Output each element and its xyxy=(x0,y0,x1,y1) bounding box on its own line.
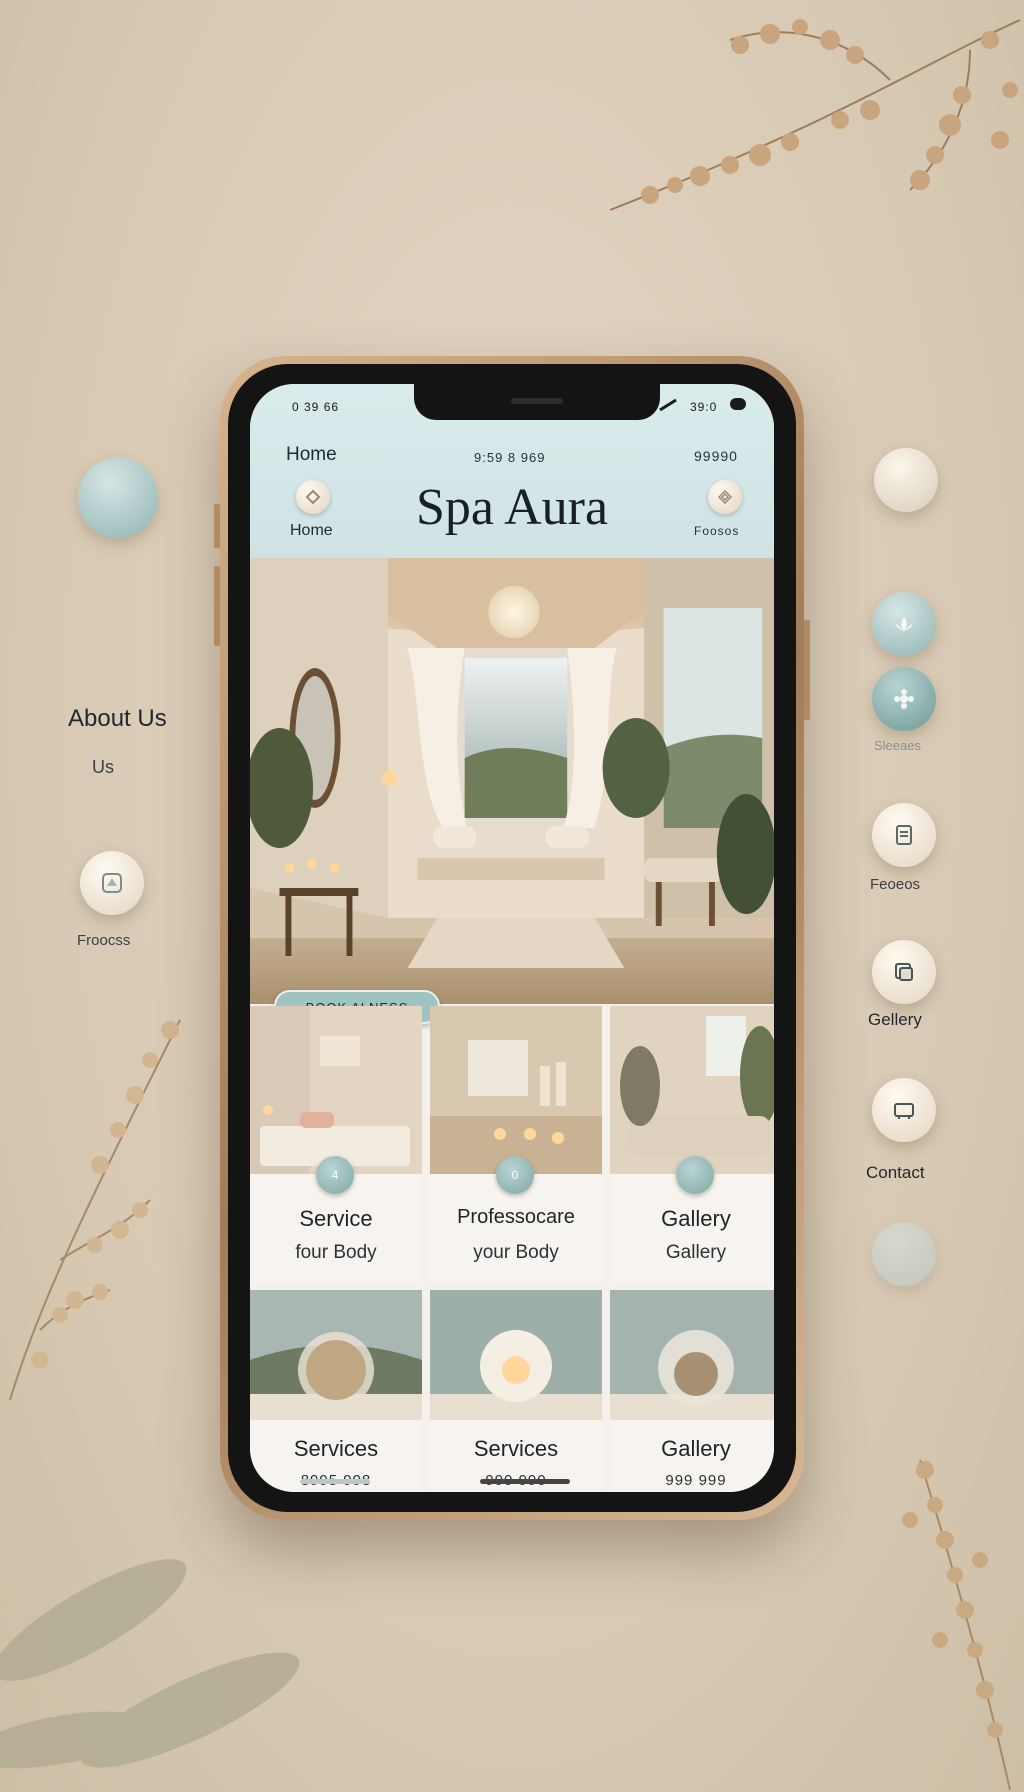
phone-bezel: 0 39 66 39:0 Home 9:59 8 969 99990 Home … xyxy=(228,364,796,1512)
left-services-button[interactable] xyxy=(80,851,144,915)
focus-button-label: Foosos xyxy=(694,524,740,538)
card-title-4: Services xyxy=(293,1436,379,1461)
dried-flower-sprig-top-right xyxy=(609,19,1021,211)
card-title-3: Gallery xyxy=(661,1206,731,1231)
phone-power-button xyxy=(804,620,810,720)
card-photo-lounge xyxy=(610,1006,774,1174)
left-orb xyxy=(78,458,158,538)
phone-volume-button-2 xyxy=(214,566,220,646)
card-photo-candles xyxy=(430,1006,602,1174)
phone-volume-button xyxy=(214,504,220,548)
services-card-2b[interactable]: Services 990 990 xyxy=(430,1290,602,1492)
nav-right-info: 99990 xyxy=(694,448,738,464)
left-dot-marker xyxy=(108,617,120,629)
home-indicator[interactable] xyxy=(480,1479,570,1484)
dried-flower-sprig-bottom-right xyxy=(902,1459,1011,1791)
right-menu-contact-link[interactable]: Contact xyxy=(866,1163,925,1183)
dried-flower-sprig-left xyxy=(9,1019,181,1401)
knot-icon-right xyxy=(717,489,733,505)
status-time: 0 39 66 xyxy=(292,400,340,414)
contact-icon xyxy=(894,1103,914,1119)
lotus-icon xyxy=(895,617,913,631)
right-menu-gallery-link[interactable]: Gellery xyxy=(868,1010,922,1030)
card-title-6: Gallery xyxy=(661,1436,731,1461)
speaker xyxy=(511,398,563,404)
right-menu-label-2: Feoeos xyxy=(870,876,921,893)
hero-spa-room-image xyxy=(250,558,774,1004)
scroll-indicator xyxy=(300,1479,370,1484)
signal-icon xyxy=(659,398,677,412)
right-menu-orb-4[interactable] xyxy=(872,940,936,1004)
card-badge-3 xyxy=(676,1156,714,1194)
right-menu-orb-2[interactable] xyxy=(872,667,936,731)
focus-button[interactable] xyxy=(708,480,742,514)
card-photo-bedroom xyxy=(250,1006,422,1174)
nav-center-info: 9:59 8 969 xyxy=(474,450,546,465)
flower-icon xyxy=(894,689,914,709)
status-right: 39:0 xyxy=(690,400,718,414)
right-menu-orb-6 xyxy=(872,1222,936,1286)
card-subtitle-3: Gallery xyxy=(665,1242,727,1263)
card-badge-2: 0 xyxy=(496,1156,534,1194)
card-price-6: 999 999 xyxy=(665,1472,727,1489)
nav-home-link[interactable]: Home xyxy=(286,444,337,466)
right-menu-orb-3[interactable] xyxy=(872,803,936,867)
card-photo-orb-1 xyxy=(250,1290,422,1420)
services-icon xyxy=(102,873,122,893)
phone-screen: 0 39 66 39:0 Home 9:59 8 969 99990 Home … xyxy=(250,384,774,1492)
leaf-sprig-bottom-left xyxy=(0,1559,300,1769)
service-card-2[interactable]: 0 Professocare your Body xyxy=(430,1006,602,1282)
right-menu-orb-1[interactable] xyxy=(872,592,936,656)
about-us-link[interactable]: About Us xyxy=(68,705,167,733)
notch xyxy=(414,384,660,420)
right-menu-orb-5[interactable] xyxy=(872,1078,936,1142)
card-subtitle-1: four Body xyxy=(295,1242,377,1263)
gallery-icon xyxy=(895,963,913,981)
card-photo-orb-3 xyxy=(610,1290,774,1420)
battery-icon xyxy=(730,398,746,410)
gallery-card-2[interactable]: Gallery 999 999 xyxy=(610,1290,774,1492)
left-services-label: Froocss xyxy=(77,932,131,949)
about-us-sub-label: Us xyxy=(92,757,114,777)
card-title-5: Services xyxy=(473,1436,559,1461)
card-title-2: Professocare xyxy=(457,1206,575,1228)
right-top-orb xyxy=(874,448,938,512)
document-icon xyxy=(896,825,912,845)
services-card-2a[interactable]: Services 8995 998 xyxy=(250,1290,422,1492)
phone-frame: 0 39 66 39:0 Home 9:59 8 969 99990 Home … xyxy=(214,356,810,1520)
service-card-1[interactable]: 4 Service four Body xyxy=(250,1006,422,1282)
card-subtitle-2: your Body xyxy=(473,1242,559,1263)
card-badge-1: 4 xyxy=(316,1156,354,1194)
card-title-1: Service xyxy=(299,1206,373,1231)
gallery-card-1[interactable]: Gallery Gallery xyxy=(610,1006,774,1282)
card-photo-orb-2 xyxy=(430,1290,602,1420)
right-menu-label-1: Sleeaes xyxy=(874,738,921,753)
